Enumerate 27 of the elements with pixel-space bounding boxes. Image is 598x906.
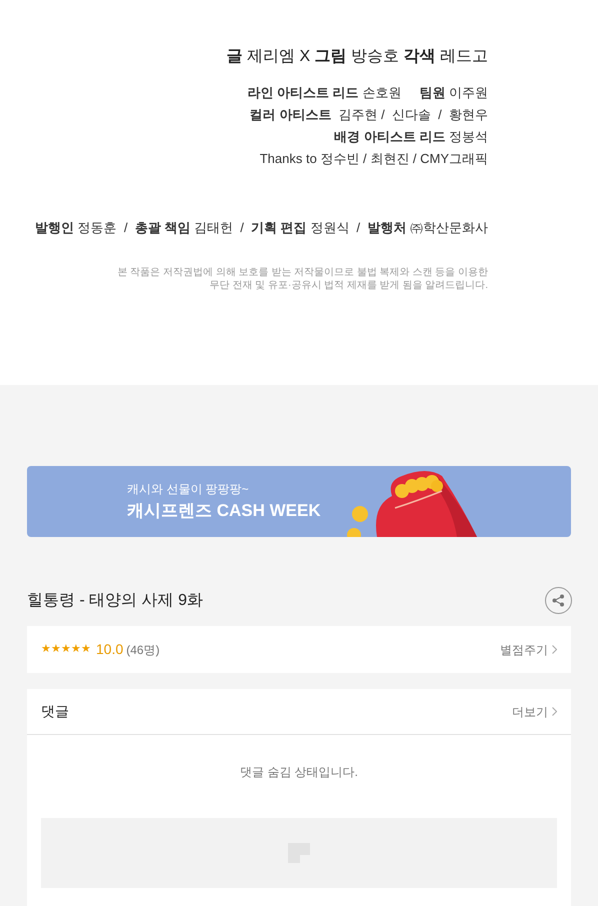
banner-title: 캐시프렌즈 CASH WEEK: [127, 500, 322, 522]
publisher-credit: 발행인 정동훈 / 총괄 책임 김태헌 / 기획 편집 정원식 / 발행처 ㈜학산문화사: [35, 219, 488, 237]
hidden-comments-message: 댓글 숨김 상태입니다.: [238, 764, 359, 781]
banner-subtitle: 캐시와 선물이 팡팡팡~: [127, 480, 250, 498]
promo-banner[interactable]: 캐시와 선물이 팡팡팡~ 캐시프렌즈 CASH WEEK: [27, 466, 571, 537]
comments-title: 댓글: [41, 702, 69, 721]
rating-score: 10.0: [96, 640, 124, 659]
episode-title: 힐통령 - 태양의 사제 9화: [27, 590, 204, 610]
credit-line: Thanks to 정수빈 / 최현진 / CMY그래픽: [260, 150, 488, 168]
credit-line: 라인 아티스트 리드 손호원 팀원 이주원: [247, 84, 488, 102]
copyright-notice: 무단 전재 및 유포·공유시 법적 제재를 받게 됨을 알려드립니다.: [210, 278, 488, 292]
share-icon: [552, 594, 565, 607]
chevron-right-icon: [552, 707, 557, 716]
rating-count: (46명): [126, 642, 160, 658]
chevron-right-icon: [552, 645, 557, 654]
credit-line: 배경 아티스트 리드 정봉석: [334, 128, 488, 146]
rate-link[interactable]: 별점주기: [500, 640, 557, 658]
star-icon: ★: [81, 641, 91, 658]
star-icon: ★: [41, 641, 51, 658]
credit-line: 컬러 아티스트 김주현 / 신다솔 / 황현우: [250, 106, 488, 124]
star-icon: ★: [51, 641, 61, 658]
share-button[interactable]: [545, 587, 572, 614]
more-link[interactable]: 더보기: [512, 702, 557, 720]
copyright-notice: 본 작품은 저작권법에 의해 보호를 받는 저작물이므로 불법 복제와 스캔 등을 이용한: [117, 266, 488, 278]
star-icon: ★: [71, 641, 81, 658]
author-credit: 글 제리엠 X 그림 방승호 각색 레드고: [226, 47, 488, 67]
star-icon: ★: [61, 641, 71, 658]
